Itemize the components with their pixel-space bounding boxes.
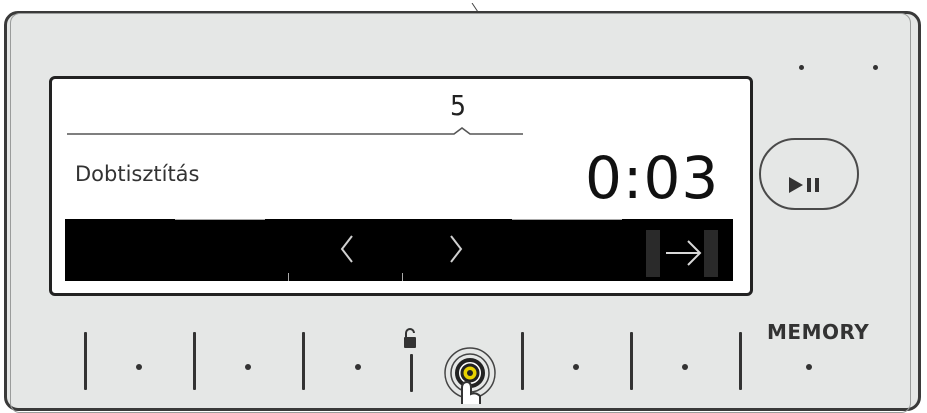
chevron-right-icon[interactable] — [443, 232, 473, 266]
navigation-bar — [65, 219, 733, 281]
nav-separator — [175, 219, 265, 220]
start-target-icon — [444, 347, 496, 404]
indicator-dot — [873, 65, 878, 70]
start-button[interactable] — [440, 344, 504, 408]
arrow-right-icon[interactable] — [646, 230, 718, 277]
play-pause-button[interactable] — [759, 138, 859, 210]
nav-separator — [402, 273, 403, 281]
program-slider-line — [67, 127, 523, 135]
option-button-4[interactable] — [573, 364, 579, 370]
button-divider — [630, 332, 633, 390]
indicator-dot — [799, 65, 804, 70]
button-divider — [193, 332, 196, 390]
option-button-2[interactable] — [245, 364, 251, 370]
chevron-left-icon[interactable] — [334, 232, 364, 266]
option-button-3[interactable] — [355, 364, 361, 370]
nav-separator — [512, 219, 622, 220]
unlocked-padlock-icon — [402, 328, 418, 350]
program-number: 5 — [449, 89, 467, 122]
option-button-5[interactable] — [682, 364, 688, 370]
button-divider — [302, 332, 305, 390]
play-pause-icon — [787, 175, 823, 195]
memory-button[interactable] — [806, 364, 812, 370]
button-divider — [521, 332, 524, 390]
button-divider — [84, 332, 87, 390]
program-name: Dobtisztítás — [75, 162, 200, 186]
nav-separator — [288, 273, 289, 281]
memory-label: MEMORY — [767, 320, 870, 344]
option-button-1[interactable] — [136, 364, 142, 370]
time-remaining: 0:03 — [585, 144, 720, 212]
button-divider — [739, 332, 742, 390]
button-divider — [410, 354, 413, 392]
